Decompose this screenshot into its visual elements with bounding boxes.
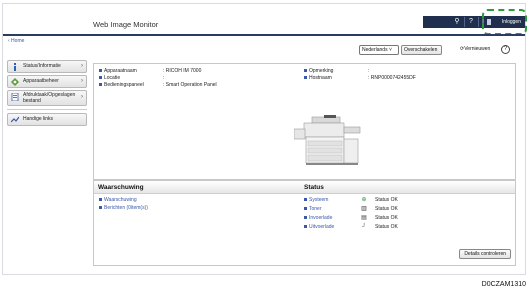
figure-code: D0CZAM1310 xyxy=(481,281,526,288)
login-highlight xyxy=(482,9,527,35)
status-panel-header: Waarschuwing Status xyxy=(94,180,515,194)
input-tray-icon: ▤ xyxy=(361,215,367,221)
sidebar: Status/Informatie › Apparaatbeheer › Afd… xyxy=(7,60,87,128)
operation-panel-field: Bedieningspaneel: Smart Operation Panel xyxy=(99,82,217,88)
device-management-icon xyxy=(11,78,19,86)
sidebar-item-label: Apparaatbeheer xyxy=(23,78,59,84)
device-info-card: Apparaatnaam: RICOH IM 7000 Locatie: Bed… xyxy=(93,63,516,180)
sidebar-item-label-line2: bestand xyxy=(23,98,41,104)
status-toner-value: Status OK xyxy=(375,206,398,212)
chevron-right-icon: › xyxy=(81,94,83,100)
help-icon[interactable]: ? xyxy=(465,16,477,28)
header-divider xyxy=(3,34,525,36)
comment-field: Opmerking: xyxy=(304,68,369,74)
status-title: Status xyxy=(304,184,324,191)
browser-frame: Web Image Monitor ⚲ ? i Inloggen ‹ Home … xyxy=(2,3,527,275)
search-icon[interactable]: ⚲ xyxy=(451,16,463,28)
hostname-field: Hostnaam: RNP0000742455DF xyxy=(304,75,416,81)
status-output-tray-value: Status OK xyxy=(375,224,398,230)
help-icon[interactable]: ? xyxy=(501,45,510,54)
links-icon xyxy=(11,116,19,123)
system-ok-icon: ⊕ xyxy=(361,197,367,203)
sidebar-item-label: Status/Informatie xyxy=(23,63,61,69)
sidebar-item-useful-links[interactable]: Handige links xyxy=(7,113,87,126)
header: Web Image Monitor ⚲ ? i Inloggen xyxy=(3,4,527,36)
status-system-link[interactable]: Systeem xyxy=(304,197,328,203)
printer-image xyxy=(294,115,361,165)
messages-link[interactable]: Berichten (0item(s)) xyxy=(99,205,148,211)
status-input-tray-value: Status OK xyxy=(375,215,398,221)
refresh-button[interactable]: ⟳Vernieuwen xyxy=(458,45,496,55)
app-title: Web Image Monitor xyxy=(93,20,159,29)
sidebar-item-status-info[interactable]: Status/Informatie › xyxy=(7,60,87,73)
language-select[interactable]: Nederlands ˅ xyxy=(359,45,399,55)
output-tray-icon: ┘ xyxy=(361,224,367,230)
status-panel: Waarschuwing Status Waarschuwing Bericht… xyxy=(93,180,516,266)
main-panel: Nederlands ˅ Overschakelen ⟳Vernieuwen ?… xyxy=(93,45,516,266)
info-icon xyxy=(14,63,16,71)
sidebar-divider xyxy=(7,109,87,110)
sidebar-item-print-jobs[interactable]: Afdruktaak/Opgeslagen bestand › xyxy=(7,90,87,106)
location-field: Locatie: xyxy=(99,75,164,81)
status-input-tray-link[interactable]: Invoerlade xyxy=(304,215,332,221)
device-name-field: Apparaatnaam: RICOH IM 7000 xyxy=(99,68,201,74)
status-system-value: Status OK xyxy=(375,197,398,203)
chevron-down-icon: ˅ xyxy=(388,47,392,53)
warning-title: Waarschuwing xyxy=(98,184,144,191)
switch-button[interactable]: Overschakelen xyxy=(401,45,442,55)
sidebar-item-label: Handige links xyxy=(23,116,54,122)
breadcrumb-home[interactable]: ‹ Home xyxy=(8,38,24,44)
chevron-right-icon: › xyxy=(81,78,83,84)
toner-icon: ▥ xyxy=(361,206,367,212)
status-toner-link[interactable]: Toner xyxy=(304,206,322,212)
status-output-tray-link[interactable]: Uitvoerlade xyxy=(304,224,334,230)
print-job-icon xyxy=(11,93,19,101)
sidebar-item-device-management[interactable]: Apparaatbeheer › xyxy=(7,75,87,88)
chevron-right-icon: › xyxy=(81,63,83,69)
check-details-button[interactable]: Details controleren xyxy=(459,249,511,259)
warning-link[interactable]: Waarschuwing xyxy=(99,197,137,203)
